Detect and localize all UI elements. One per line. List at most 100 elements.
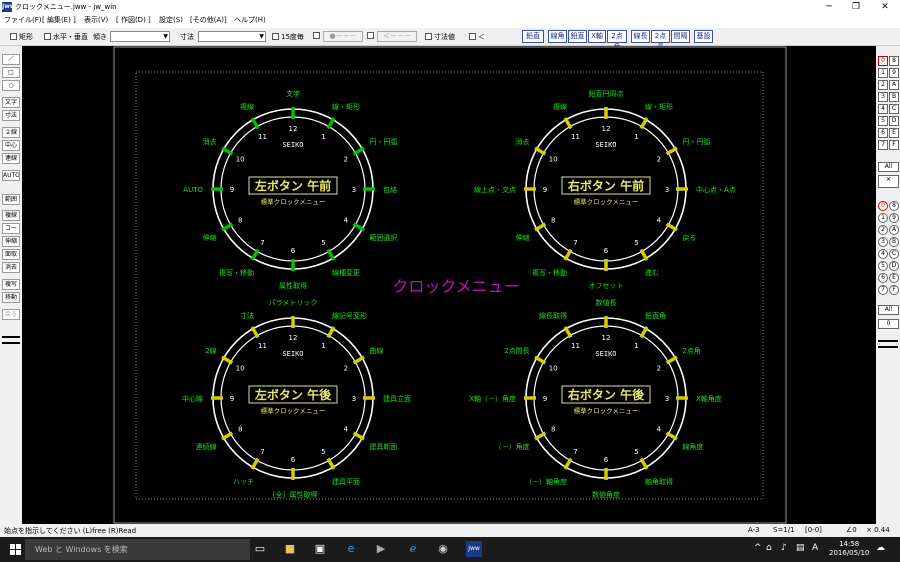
line-tool[interactable]: ／ xyxy=(2,54,20,65)
layer-button-9[interactable]: 9 xyxy=(889,68,899,78)
minimize-icon[interactable]: ─ xyxy=(816,0,842,14)
group-button-e[interactable]: E xyxy=(889,273,899,283)
group-button-7[interactable]: 7 xyxy=(878,285,888,295)
media-player-icon[interactable]: ▶ xyxy=(373,541,389,557)
taskbar-clock[interactable]: 14:58 2016/05/10 xyxy=(829,540,869,558)
layer-button-7[interactable]: 7 xyxy=(878,140,888,150)
windows-start-icon[interactable] xyxy=(10,544,21,557)
layer-indicator[interactable]: [0-0] xyxy=(805,526,822,534)
menu-edit[interactable]: [ 編集(E) ] xyxy=(42,15,76,25)
dim-combo[interactable]: ▼ xyxy=(198,31,266,42)
range-tool[interactable]: 範囲 xyxy=(2,194,20,205)
layer-button-5[interactable]: 5 xyxy=(878,116,888,126)
layer-button-e[interactable]: E xyxy=(889,128,899,138)
group-button-9[interactable]: 9 xyxy=(889,213,899,223)
chamfer-tool[interactable]: 面取 xyxy=(2,249,20,260)
group-button-5[interactable]: 5 xyxy=(878,261,888,271)
layer-button-a[interactable]: A xyxy=(889,80,899,90)
layer-button-6[interactable]: 6 xyxy=(878,128,888,138)
layer-button-4[interactable]: 4 xyxy=(878,104,888,114)
menu-file[interactable]: ファイル(F) xyxy=(4,15,42,25)
group-all-button[interactable]: All xyxy=(878,305,899,315)
lt-checkbox[interactable]: ＜ xyxy=(469,32,485,42)
volume-icon[interactable]: ♪ xyxy=(781,543,787,553)
copy-tool[interactable]: 複写 xyxy=(2,279,20,290)
group-button-c[interactable]: C xyxy=(889,249,899,259)
edge-icon[interactable]: e xyxy=(343,541,359,557)
double-line-tool[interactable]: ２線 xyxy=(2,127,20,138)
dots1-checkbox[interactable] xyxy=(313,32,322,40)
task-view-icon[interactable]: ▭ xyxy=(252,541,268,557)
jww-taskbar-icon[interactable]: Jww xyxy=(466,541,482,557)
group-button-8[interactable]: 8 xyxy=(889,201,899,211)
line-type-indicator[interactable] xyxy=(2,336,20,344)
auto-tool[interactable]: AUTO xyxy=(2,170,20,181)
group-button-b[interactable]: B xyxy=(889,237,899,247)
toolbar-button-3[interactable]: 鉛直 xyxy=(568,30,587,43)
weather-icon[interactable]: ☁ xyxy=(876,543,885,553)
layer-cancel-icon[interactable]: ✕ xyxy=(878,175,899,188)
toolbar-button-4[interactable]: X軸 xyxy=(588,30,606,43)
menu-settings[interactable]: 設定(S) xyxy=(159,15,183,25)
group-button-0[interactable]: 0 xyxy=(878,201,888,211)
move-tool[interactable]: 移動 xyxy=(2,292,20,303)
ie-icon[interactable]: ℯ xyxy=(405,541,421,557)
scale[interactable]: S=1/1 xyxy=(773,526,795,534)
toolbar-button-2[interactable]: 線角 xyxy=(548,30,567,43)
dim-tool[interactable]: 寸法 xyxy=(2,110,20,121)
message-icon[interactable]: ▤ xyxy=(796,543,805,553)
rect-checkbox[interactable]: 矩形 xyxy=(10,32,33,42)
dots2-button[interactable]: ＜－－－ xyxy=(377,31,417,42)
text-tool[interactable]: 文字 xyxy=(2,97,20,108)
line-type-indicator-right[interactable] xyxy=(878,340,898,348)
group-button-3[interactable]: 3 xyxy=(878,237,888,247)
group-button-2[interactable]: 2 xyxy=(878,225,888,235)
layer-button-1[interactable]: 1 xyxy=(878,68,888,78)
erase-tool[interactable]: 消去 xyxy=(2,262,20,273)
corner-tool[interactable]: コーナー xyxy=(2,223,20,234)
hv-checkbox[interactable]: 水平・垂直 xyxy=(44,32,88,42)
menu-draw[interactable]: [ 作図(D) ] xyxy=(116,15,151,25)
layer-button-3[interactable]: 3 xyxy=(878,92,888,102)
dots2-checkbox[interactable] xyxy=(367,32,376,40)
group-button-1[interactable]: 1 xyxy=(878,213,888,223)
group-button-f[interactable]: F xyxy=(889,285,899,295)
ime-indicator[interactable]: A xyxy=(812,543,818,553)
rect-tool[interactable]: □ xyxy=(2,67,20,78)
layer-button-d[interactable]: D xyxy=(889,116,899,126)
undo-tool[interactable]: 戻る xyxy=(2,309,20,320)
angle-readout[interactable]: ∠0 xyxy=(846,526,857,534)
group-button-6[interactable]: 6 xyxy=(878,273,888,283)
taskbar-search[interactable]: Web と Windows を検索 xyxy=(25,539,250,560)
group-zero-button[interactable]: 0 xyxy=(878,319,899,329)
zoom-readout[interactable]: × 0.44 xyxy=(866,526,890,534)
toolbar-button-8[interactable]: 間隔 xyxy=(671,30,690,43)
continuous-line-tool[interactable]: 連線 xyxy=(2,153,20,164)
store-icon[interactable]: ▣ xyxy=(312,541,328,557)
layer-button-f[interactable]: F xyxy=(889,140,899,150)
drawing-canvas[interactable]: クロックメニュー 12 文字 1 線・矩形 2 円・円弧 3 包絡 4 範囲選択 5 線種変更 6 属性取得… xyxy=(22,46,876,524)
group-button-4[interactable]: 4 xyxy=(878,249,888,259)
group-button-d[interactable]: D xyxy=(889,261,899,271)
menu-other[interactable]: [その他(A)] xyxy=(190,15,227,25)
tray-chevron-icon[interactable]: ^ xyxy=(754,543,762,553)
offset-tool[interactable]: 複線 xyxy=(2,210,20,221)
deg15-checkbox[interactable]: 15度毎 xyxy=(272,32,304,42)
layer-all-button[interactable]: All xyxy=(878,162,899,172)
toolbar-button-5[interactable]: 2点角 xyxy=(607,30,627,51)
menu-help[interactable]: ヘルプ(H) xyxy=(234,15,266,25)
toolbar-button-1[interactable]: 鉛直 xyxy=(522,30,544,43)
file-explorer-icon[interactable]: ■ xyxy=(282,541,298,557)
app-icon-2[interactable]: ◉ xyxy=(435,541,451,557)
toolbar-button-6[interactable]: 線長 xyxy=(631,30,650,43)
layer-button-c[interactable]: C xyxy=(889,104,899,114)
circle-tool[interactable]: ○ xyxy=(2,80,20,91)
maximize-icon[interactable]: ❐ xyxy=(843,0,869,14)
stretch-tool[interactable]: 伸縮 xyxy=(2,236,20,247)
layer-button-0[interactable]: 0 xyxy=(878,56,888,66)
network-icon[interactable]: ⌂ xyxy=(766,543,772,553)
dimval-checkbox[interactable]: 寸法値 xyxy=(425,32,455,42)
toolbar-button-9[interactable]: 基設 xyxy=(694,30,713,43)
menu-view[interactable]: 表示(V) xyxy=(84,15,108,25)
angle-combo[interactable]: ▼ xyxy=(110,31,170,42)
